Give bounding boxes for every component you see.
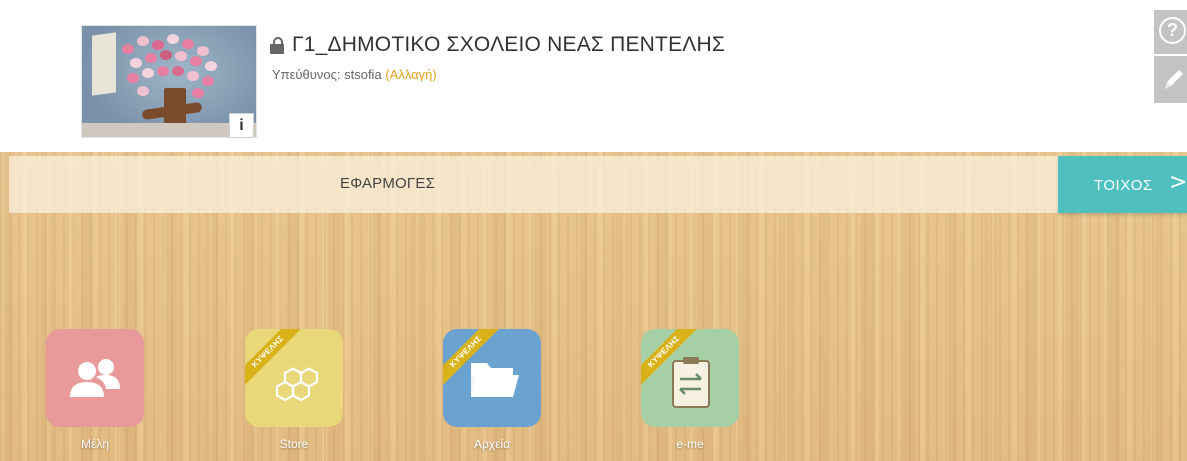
help-button[interactable]: ? bbox=[1154, 10, 1187, 54]
hive-title-row: Γ1_ΔΗΜΟΤΙΚΟ ΣΧΟΛΕΙΟ ΝΕΑΣ ΠΕΝΤΕΛΗΣ bbox=[270, 30, 725, 60]
tab-wall-label: ΤΟΙΧΟΣ bbox=[1094, 177, 1153, 194]
lock-icon bbox=[270, 36, 284, 54]
app-members-label[interactable]: Μέλη bbox=[35, 437, 155, 451]
app-store[interactable]: ΚΥΨΕΛΗΣ bbox=[245, 329, 343, 427]
owner-info: Υπεύθυνος: stsofia (Αλλαγή) bbox=[272, 67, 437, 82]
hive-header: i Γ1_ΔΗΜΟΤΙΚΟ ΣΧΟΛΕΙΟ ΝΕΑΣ ΠΕΝΤΕΛΗΣ Υπεύ… bbox=[0, 0, 1187, 150]
hive-title: Γ1_ΔΗΜΟΤΙΚΟ ΣΧΟΛΕΙΟ ΝΕΑΣ ΠΕΝΤΕΛΗΣ bbox=[292, 33, 726, 56]
tab-apps[interactable]: ΕΦΑΡΜΟΓΕΣ bbox=[340, 175, 435, 192]
owner-label: Υπεύθυνος: stsofia bbox=[272, 67, 382, 82]
app-members[interactable] bbox=[46, 329, 144, 427]
change-owner-link[interactable]: (Αλλαγή) bbox=[385, 67, 436, 82]
folder-icon bbox=[471, 363, 519, 397]
tab-bar bbox=[9, 156, 1187, 213]
app-eme-label[interactable]: e-me bbox=[630, 437, 750, 451]
app-eme[interactable]: ΚΥΨΕΛΗΣ bbox=[641, 329, 739, 427]
help-icon: ? bbox=[1159, 17, 1186, 44]
hexagons-icon bbox=[275, 367, 319, 402]
app-store-label[interactable]: Store bbox=[234, 437, 354, 451]
chevron-right-icon: > bbox=[1169, 170, 1187, 195]
info-button[interactable]: i bbox=[229, 113, 254, 138]
pencil-icon bbox=[1165, 70, 1183, 89]
app-files-label[interactable]: Αρχεία bbox=[432, 437, 552, 451]
exchange-icon bbox=[672, 357, 710, 408]
tab-wall[interactable]: ΤΟΙΧΟΣ > bbox=[1058, 156, 1187, 213]
members-icon bbox=[70, 359, 120, 397]
app-files[interactable]: ΚΥΨΕΛΗΣ bbox=[443, 329, 541, 427]
edit-button[interactable] bbox=[1154, 56, 1187, 103]
